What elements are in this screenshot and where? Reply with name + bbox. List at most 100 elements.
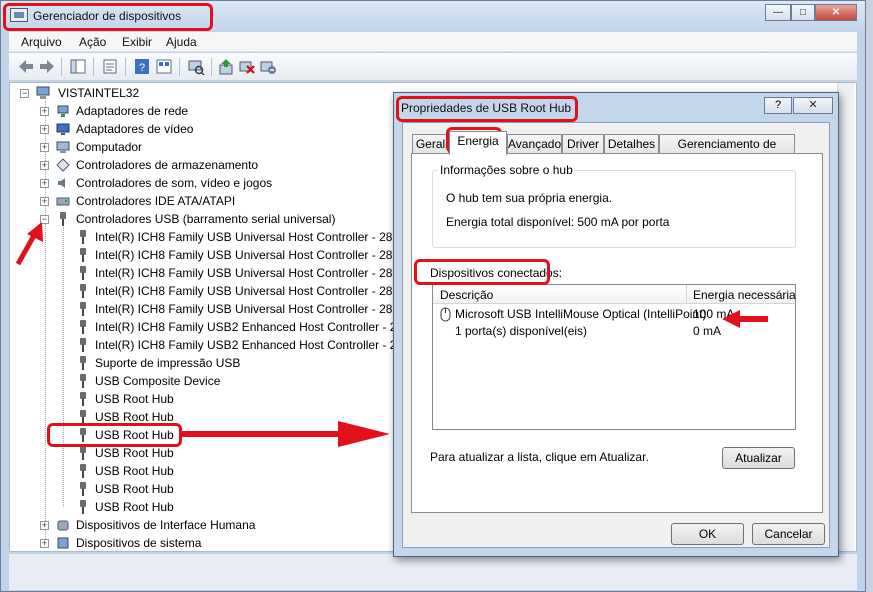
root-label: VISTAINTEL32: [58, 86, 140, 100]
system-device-icon: [57, 537, 69, 549]
mouse-icon: [440, 307, 451, 322]
ok-button[interactable]: OK: [671, 523, 744, 545]
menu-acao[interactable]: Ação: [79, 35, 106, 49]
tab-avancado[interactable]: Avançado: [507, 134, 562, 154]
disable-device-icon[interactable]: [238, 58, 256, 75]
expand-toggle[interactable]: +: [40, 161, 49, 170]
network-adapter-icon: [57, 105, 69, 117]
column-energia[interactable]: Energia necessária: [693, 288, 796, 302]
speaker-icon: [58, 178, 65, 188]
properties-icon[interactable]: [101, 58, 119, 75]
expand-toggle[interactable]: +: [40, 179, 49, 188]
menu-ajuda[interactable]: Ajuda: [166, 35, 197, 49]
expand-toggle[interactable]: +: [40, 197, 49, 206]
usb-plug-icon: [80, 464, 86, 478]
collapse-toggle[interactable]: −: [20, 89, 29, 98]
minimize-button[interactable]: —: [765, 4, 791, 21]
computer-icon: [36, 86, 50, 99]
refresh-button[interactable]: Atualizar: [722, 447, 795, 469]
close-button[interactable]: ✕: [815, 4, 857, 21]
device-label: Intel(R) ICH8 Family USB2 Enhanced Host …: [95, 320, 410, 334]
tab-energia[interactable]: Energia: [449, 131, 507, 155]
tab-driver[interactable]: Driver: [562, 134, 604, 154]
console-tree-icon[interactable]: [69, 58, 87, 75]
hub-info-group: [432, 170, 796, 248]
connected-devices-list[interactable]: Descrição Energia necessária Microsoft U…: [432, 284, 796, 430]
category-label: Controladores de som, vídeo e jogos: [76, 176, 273, 190]
usb-plug-icon: [80, 356, 86, 370]
annotation-title-highlight: [3, 3, 213, 31]
dialog-body: Geral Energia Avançado Driver Detalhes G…: [402, 122, 830, 548]
annotation-diagonal-arrow-icon: [15, 222, 43, 266]
menu-bar: Arquivo Ação Exibir Ajuda: [9, 32, 857, 52]
dialog-close-button[interactable]: ✕: [793, 97, 833, 114]
device-label: USB Root Hub: [95, 392, 174, 406]
computer-icon: [56, 141, 70, 153]
refresh-hint: Para atualizar a lista, clique em Atuali…: [430, 450, 649, 464]
annotation-arrow-head-icon: [338, 421, 390, 447]
device-label: Intel(R) ICH8 Family USB Universal Host …: [95, 248, 406, 262]
usb-plug-icon: [60, 212, 66, 226]
usb-plug-icon: [80, 248, 86, 262]
list-header: Descrição Energia necessária: [433, 285, 796, 304]
uninstall-device-icon[interactable]: [259, 58, 277, 75]
category-label: Adaptadores de rede: [76, 104, 189, 118]
storage-controller-icon: [56, 158, 70, 172]
usb-plug-icon: [80, 482, 86, 496]
tab-gerenciamento-energia[interactable]: Gerenciamento de Energia: [659, 134, 795, 170]
device-power: 0 mA: [693, 324, 722, 338]
cancel-button[interactable]: Cancelar: [752, 523, 825, 545]
usb-plug-icon: [80, 392, 86, 406]
usb-plug-icon: [80, 500, 86, 514]
forward-arrow-icon[interactable]: [38, 58, 56, 75]
dialog-help-button[interactable]: ?: [764, 97, 792, 114]
view-icon[interactable]: [155, 58, 173, 75]
tab-geral[interactable]: Geral: [412, 134, 449, 154]
hid-icon: [57, 520, 69, 531]
usb-plug-icon: [80, 446, 86, 460]
device-label: USB Root Hub: [95, 500, 174, 514]
column-descricao[interactable]: Descrição: [440, 288, 493, 302]
expand-toggle[interactable]: +: [40, 539, 49, 548]
usb-plug-icon: [80, 284, 86, 298]
svg-text:?: ?: [139, 62, 145, 74]
expand-toggle[interactable]: +: [40, 107, 49, 116]
properties-dialog: Propriedades de USB Root Hub ? ✕ Geral E…: [393, 92, 839, 557]
annotation-selected-hub-highlight: [47, 423, 182, 447]
expand-toggle[interactable]: +: [40, 143, 49, 152]
maximize-button[interactable]: □: [791, 4, 815, 21]
category-label: Dispositivos de sistema: [76, 536, 202, 550]
ide-controller-icon: [56, 197, 70, 206]
menu-arquivo[interactable]: Arquivo: [21, 35, 62, 49]
expand-toggle[interactable]: +: [40, 521, 49, 530]
category-label: Controladores IDE ATA/ATAPI: [76, 194, 236, 208]
update-driver-icon[interactable]: [217, 58, 235, 75]
usb-plug-icon: [80, 410, 86, 424]
annotation-power-arrow-icon: [722, 310, 768, 328]
device-label: USB Composite Device: [95, 374, 221, 388]
usb-plug-icon: [80, 374, 86, 388]
usb-plug-icon: [80, 338, 86, 352]
display-adapter-icon: [56, 123, 70, 135]
help-icon[interactable]: ?: [133, 58, 151, 75]
tab-detalhes[interactable]: Detalhes: [604, 134, 659, 154]
device-label: Intel(R) ICH8 Family USB Universal Host …: [95, 230, 406, 244]
status-bar: [9, 554, 857, 590]
category-label: Controladores USB (barramento serial uni…: [76, 212, 336, 226]
scan-hardware-icon[interactable]: [187, 58, 205, 75]
category-label: Adaptadores de vídeo: [76, 122, 194, 136]
hub-power-text: O hub tem sua própria energia.: [446, 191, 613, 205]
energia-panel: Informações sobre o hub O hub tem sua pr…: [411, 153, 823, 513]
total-power-text: Energia total disponível: 500 mA por por…: [446, 215, 670, 229]
tree-scrollbar[interactable]: [837, 83, 854, 551]
menu-exibir[interactable]: Exibir: [122, 35, 152, 49]
toolbar: ?: [9, 53, 857, 81]
usb-plug-icon: [80, 302, 86, 316]
expand-toggle[interactable]: +: [40, 125, 49, 134]
device-description: 1 porta(s) disponível(eis): [455, 324, 588, 338]
usb-plug-icon: [80, 230, 86, 244]
usb-plug-icon: [80, 266, 86, 280]
category-label: Dispositivos de Interface Humana: [76, 518, 256, 532]
back-arrow-icon[interactable]: [17, 58, 35, 75]
device-label: USB Root Hub: [95, 482, 174, 496]
